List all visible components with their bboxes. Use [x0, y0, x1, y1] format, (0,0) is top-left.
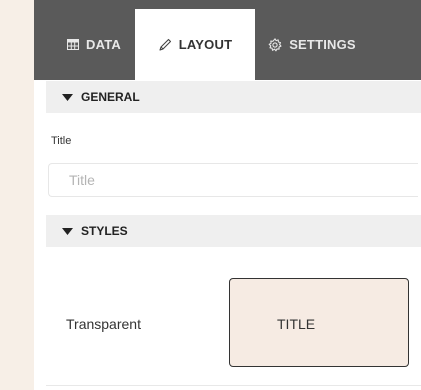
style-preview-text: TITLE	[277, 316, 316, 332]
title-input[interactable]	[48, 163, 418, 197]
pencil-icon	[158, 38, 172, 52]
tab-data-label: DATA	[86, 37, 121, 52]
tab-layout[interactable]: LAYOUT	[135, 9, 255, 80]
tab-settings-label: SETTINGS	[289, 37, 356, 52]
tab-layout-label: LAYOUT	[178, 37, 233, 52]
background-strip	[0, 0, 34, 390]
gear-icon	[268, 37, 282, 52]
layout-panel: DATA LAYOUT SETTINGS GENERAL Title Title…	[34, 0, 421, 390]
tab-bar: DATA LAYOUT SETTINGS	[34, 0, 421, 80]
style-preview-swatch[interactable]: TITLE	[229, 278, 409, 367]
styles-section-title: STYLES	[81, 224, 128, 238]
table-grid-icon	[67, 39, 79, 50]
style-option-row: Transparent TITLE	[46, 258, 421, 386]
style-option-label: Transparent	[66, 316, 141, 332]
general-section-title: GENERAL	[81, 90, 140, 104]
caret-down-icon	[62, 227, 73, 235]
tab-data[interactable]: DATA	[40, 9, 148, 80]
title-field-label: Title	[51, 135, 72, 147]
tab-settings[interactable]: SETTINGS	[248, 9, 376, 80]
caret-down-icon	[62, 93, 73, 101]
general-section-header[interactable]: GENERAL	[46, 81, 421, 113]
styles-section-header[interactable]: STYLES	[46, 215, 421, 247]
